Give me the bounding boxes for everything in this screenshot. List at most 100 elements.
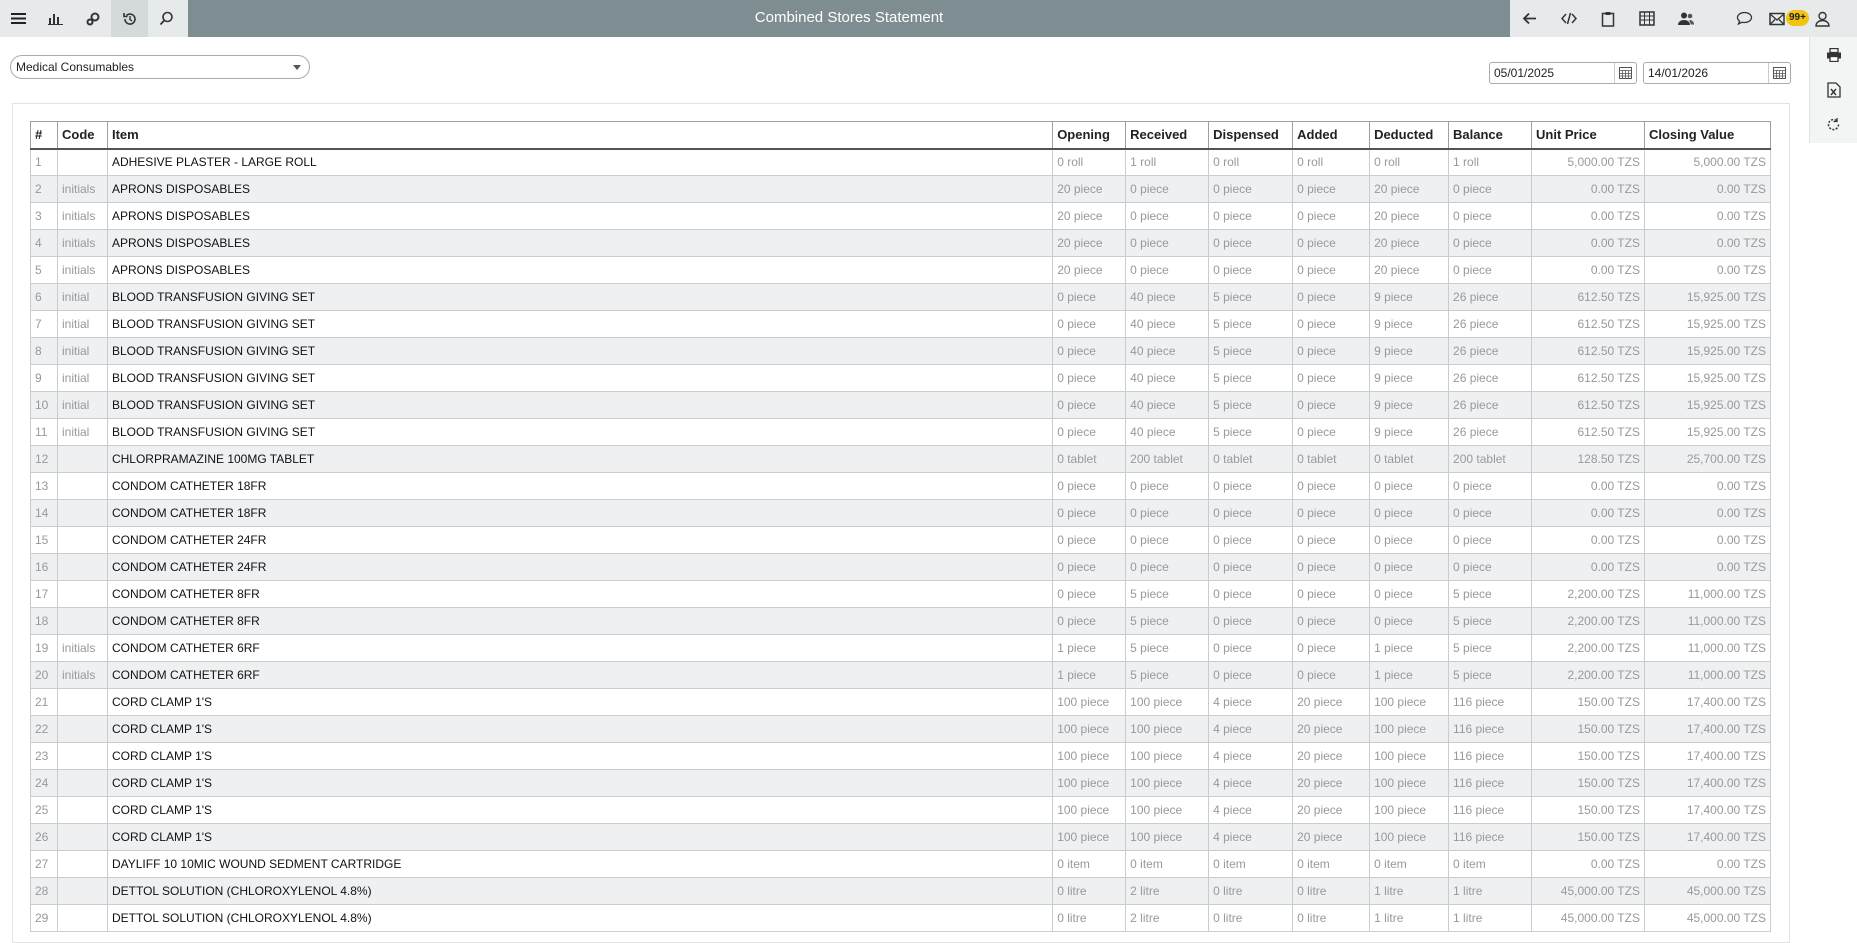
received-cell: 0 piece <box>1125 553 1210 581</box>
code-cell: initials <box>56 202 108 230</box>
table-row[interactable]: 4 initials APRONS DISPOSABLES 20 piece 0 pie… <box>30 229 1772 257</box>
item-cell: BLOOD TRANSFUSION GIVING SET <box>106 418 1054 446</box>
search-icon[interactable] <box>148 0 185 37</box>
deducted-cell: 0 roll <box>1369 148 1450 176</box>
table-row[interactable]: 13 CONDOM CATHETER 18FR 0 piece 0 piece 0 pi… <box>30 472 1772 500</box>
code-cell <box>56 688 108 716</box>
column-header[interactable]: Added <box>1292 121 1371 150</box>
gears-icon[interactable] <box>74 0 111 37</box>
balance-cell: 0 piece <box>1448 175 1532 203</box>
table-row[interactable]: 16 CONDOM CATHETER 24FR 0 piece 0 piece 0 pi… <box>30 553 1772 581</box>
item-cell: BLOOD TRANSFUSION GIVING SET <box>106 337 1054 365</box>
deducted-cell: 1 litre <box>1369 904 1450 932</box>
refresh-icon[interactable] <box>1810 107 1857 142</box>
table-row[interactable]: 3 initials APRONS DISPOSABLES 20 piece 0 pie… <box>30 202 1772 230</box>
table-row[interactable]: 6 initial BLOOD TRANSFUSION GIVING SET 0 pi… <box>30 283 1772 311</box>
table-row[interactable]: 5 initials APRONS DISPOSABLES 20 piece 0 pie… <box>30 256 1772 284</box>
date-to-value: 14/01/2026 <box>1648 66 1709 80</box>
table-row[interactable]: 28 DETTOL SOLUTION (CHLOROXYLENOL 4.8%) 0 … <box>30 877 1772 905</box>
back-arrow-icon[interactable] <box>1510 0 1549 37</box>
received-cell: 5 piece <box>1125 661 1210 689</box>
received-cell: 0 piece <box>1125 175 1210 203</box>
table-row[interactable]: 21 CORD CLAMP 1'S 100 piece 100 piece 4 piec… <box>30 688 1772 716</box>
table-row[interactable]: 24 CORD CLAMP 1'S 100 piece 100 piece 4 piec… <box>30 769 1772 797</box>
deducted-cell: 0 piece <box>1369 553 1450 581</box>
column-header[interactable]: Dispensed <box>1208 121 1294 150</box>
balance-cell: 1 roll <box>1448 148 1532 176</box>
item-cell: BLOOD TRANSFUSION GIVING SET <box>106 391 1054 419</box>
row-number: 3 <box>30 202 58 230</box>
added-cell: 0 piece <box>1292 526 1371 554</box>
added-cell: 0 piece <box>1292 499 1371 527</box>
row-number: 25 <box>30 796 58 824</box>
dispensed-cell: 4 piece <box>1208 823 1294 851</box>
table-row[interactable]: 9 initial BLOOD TRANSFUSION GIVING SET 0 pi… <box>30 364 1772 392</box>
date-from-input[interactable]: 05/01/2025 <box>1489 62 1637 84</box>
stores-statement-table: # Code Item Opening Received Dispensed A… <box>30 121 1772 932</box>
unit-price-cell: 612.50 TZS <box>1531 418 1645 446</box>
user-icon[interactable] <box>1803 0 1842 37</box>
code-icon[interactable] <box>1549 0 1588 37</box>
menu-icon[interactable] <box>0 0 37 37</box>
column-header[interactable]: Closing Value <box>1643 121 1772 150</box>
table-row[interactable]: 20 initials CONDOM CATHETER 6RF 1 piece 5 pi… <box>30 661 1772 689</box>
table-row[interactable]: 12 CHLORPRAMAZINE 100MG TABLET 0 tablet 200… <box>30 445 1772 473</box>
column-header[interactable]: Deducted <box>1369 121 1450 150</box>
closing-value-cell: 17,400.00 TZS <box>1643 715 1772 743</box>
received-cell: 100 piece <box>1125 715 1210 743</box>
table-row[interactable]: 14 CONDOM CATHETER 18FR 0 piece 0 piece 0 pi… <box>30 499 1772 527</box>
row-number: 12 <box>30 445 58 473</box>
chat-icon[interactable] <box>1725 0 1764 37</box>
table-row[interactable]: 10 initial BLOOD TRANSFUSION GIVING SET 0 p… <box>30 391 1772 419</box>
date-to-input[interactable]: 14/01/2026 <box>1643 62 1791 84</box>
opening-cell: 0 piece <box>1052 391 1127 419</box>
table-row[interactable]: 15 CONDOM CATHETER 24FR 0 piece 0 piece 0 pi… <box>30 526 1772 554</box>
table-row[interactable]: 18 CONDOM CATHETER 8FR 0 piece 5 piece 0 pie… <box>30 607 1772 635</box>
column-header[interactable]: Balance <box>1448 121 1532 150</box>
bar-chart-icon[interactable] <box>37 0 74 37</box>
column-header[interactable]: Item <box>106 121 1054 150</box>
users-icon[interactable] <box>1666 0 1705 37</box>
dispensed-cell: 0 piece <box>1208 553 1294 581</box>
unit-price-cell: 0.00 TZS <box>1531 850 1645 878</box>
code-cell <box>56 823 108 851</box>
table-row[interactable]: 11 initial BLOOD TRANSFUSION GIVING SET 0 p… <box>30 418 1772 446</box>
clipboard-icon[interactable] <box>1588 0 1627 37</box>
added-cell: 0 piece <box>1292 607 1371 635</box>
dispensed-cell: 5 piece <box>1208 391 1294 419</box>
top-bar: Combined Stores Statement 99+ <box>0 0 1857 37</box>
column-header[interactable]: # <box>30 121 58 150</box>
table-row[interactable]: 22 CORD CLAMP 1'S 100 piece 100 piece 4 piec… <box>30 715 1772 743</box>
table-row[interactable]: 27 DAYLIFF 10 10MIC WOUND SEDMENT CARTRID… <box>30 850 1772 878</box>
column-header[interactable]: Received <box>1125 121 1210 150</box>
table-row[interactable]: 7 initial BLOOD TRANSFUSION GIVING SET 0 pi… <box>30 310 1772 338</box>
table-row[interactable]: 8 initial BLOOD TRANSFUSION GIVING SET 0 pi… <box>30 337 1772 365</box>
table-row[interactable]: 26 CORD CLAMP 1'S 100 piece 100 piece 4 piec… <box>30 823 1772 851</box>
column-header[interactable]: Code <box>56 121 108 150</box>
mail-icon[interactable]: 99+ <box>1764 0 1809 37</box>
store-select[interactable]: Medical Consumables <box>10 55 310 79</box>
table-row[interactable]: 1 ADHESIVE PLASTER - LARGE ROLL 0 roll 1 ro… <box>30 148 1772 176</box>
received-cell: 5 piece <box>1125 607 1210 635</box>
calculator-icon[interactable] <box>1627 0 1666 37</box>
code-cell <box>56 850 108 878</box>
table-row[interactable]: 17 CONDOM CATHETER 8FR 0 piece 5 piece 0 pie… <box>30 580 1772 608</box>
excel-export-icon[interactable] <box>1810 72 1857 107</box>
unit-price-cell: 0.00 TZS <box>1531 256 1645 284</box>
history-icon[interactable] <box>111 0 148 37</box>
table-row[interactable]: 29 DETTOL SOLUTION (CHLOROXYLENOL 4.8%) 0 … <box>30 904 1772 932</box>
received-cell: 0 item <box>1125 850 1210 878</box>
added-cell: 0 piece <box>1292 229 1371 257</box>
calendar-icon[interactable] <box>1768 63 1790 83</box>
print-icon[interactable] <box>1810 37 1857 72</box>
table-row[interactable]: 19 initials CONDOM CATHETER 6RF 1 piece 5 pi… <box>30 634 1772 662</box>
table-row[interactable]: 2 initials APRONS DISPOSABLES 20 piece 0 pie… <box>30 175 1772 203</box>
unit-price-cell: 150.00 TZS <box>1531 688 1645 716</box>
column-header[interactable]: Opening <box>1052 121 1127 150</box>
closing-value-cell: 0.00 TZS <box>1643 256 1772 284</box>
table-row[interactable]: 25 CORD CLAMP 1'S 100 piece 100 piece 4 piec… <box>30 796 1772 824</box>
table-row[interactable]: 23 CORD CLAMP 1'S 100 piece 100 piece 4 piec… <box>30 742 1772 770</box>
added-cell: 20 piece <box>1292 796 1371 824</box>
column-header[interactable]: Unit Price <box>1531 121 1645 150</box>
calendar-icon[interactable] <box>1614 63 1636 83</box>
